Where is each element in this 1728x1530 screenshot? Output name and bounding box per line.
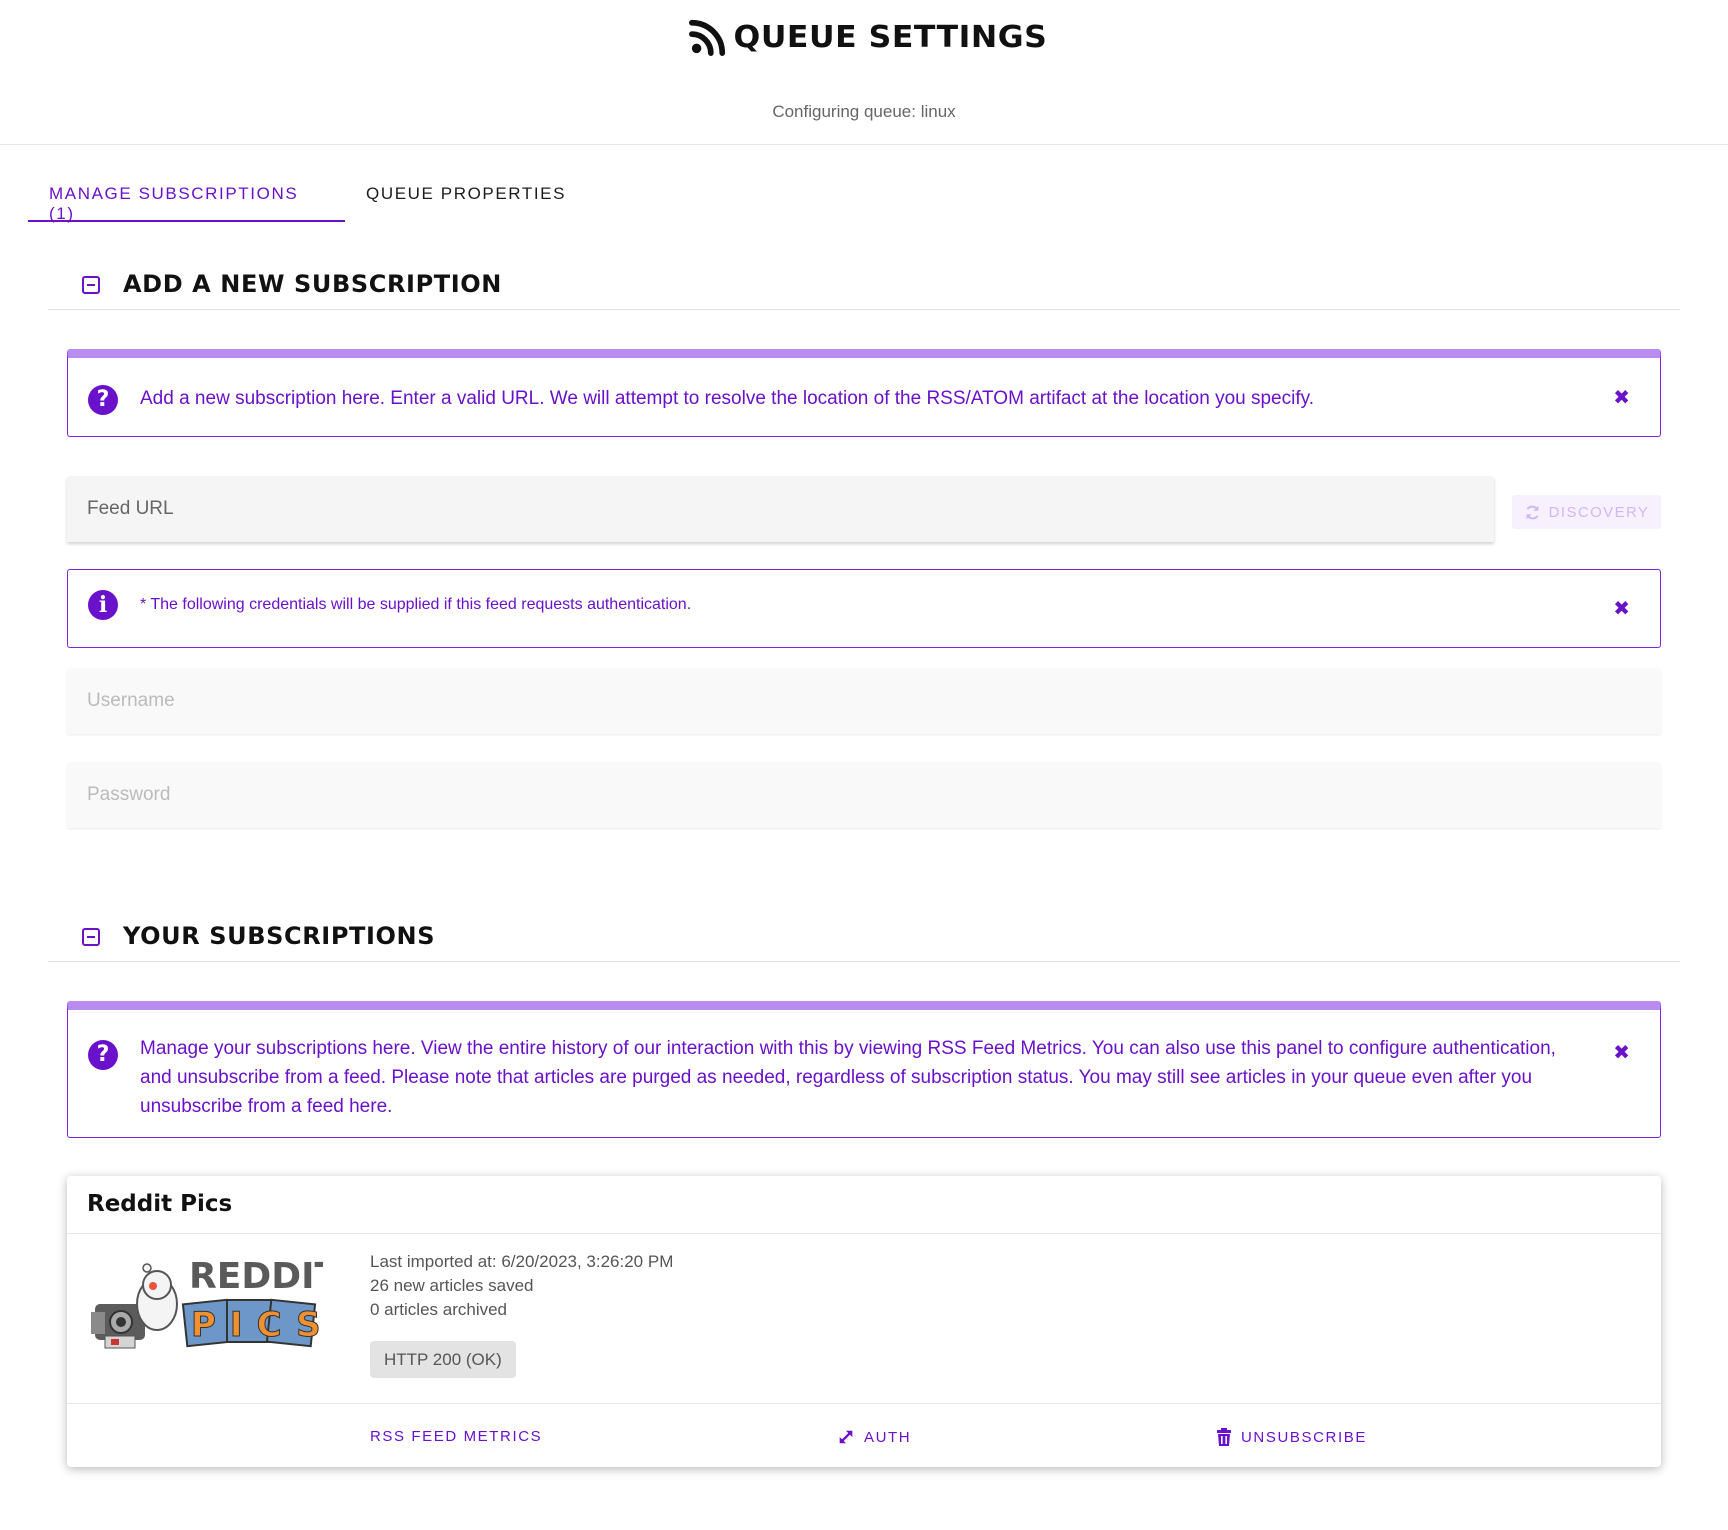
page-title: QUEUE SETTINGS (733, 19, 1047, 55)
page-header: QUEUE SETTINGS Configuring queue: linux (0, 0, 1728, 145)
queue-subtitle: Configuring queue: linux (772, 102, 956, 121)
discovery-button[interactable]: DISCOVERY (1512, 495, 1661, 529)
auth-label: AUTH (864, 1428, 912, 1446)
reddit-pics-logo: REDDIT PICS (91, 1256, 323, 1349)
username-input[interactable] (67, 668, 1661, 734)
last-imported: Last imported at: 6/20/2023, 3:26:20 PM (370, 1252, 674, 1271)
rss-feed-metrics-button[interactable]: RSS FEED METRICS (370, 1428, 542, 1445)
help-circle-icon: ? (88, 1040, 118, 1070)
logo-text-bottom: PICS (191, 1305, 323, 1345)
tab-bar: MANAGE SUBSCRIPTIONS (1) QUEUE PROPERTIE… (28, 170, 587, 223)
auth-button[interactable]: AUTH (837, 1428, 911, 1446)
unsubscribe-label: UNSUBSCRIBE (1241, 1428, 1367, 1446)
divider (67, 1403, 1661, 1404)
title-row: QUEUE SETTINGS (0, 18, 1728, 56)
expand-arrows-icon (839, 1430, 853, 1444)
divider (67, 1233, 1661, 1234)
subscription-meta: Last imported at: 6/20/2023, 3:26:20 PM … (370, 1250, 673, 1322)
close-icon[interactable]: ✖ (1613, 1040, 1630, 1065)
info-circle-icon: i (88, 590, 118, 620)
subscription-card: Reddit Pics REDDIT PICS Last imported at… (67, 1176, 1661, 1467)
add-info-alert: ? Add a new subscription here. Enter a v… (67, 349, 1661, 437)
tab-manage-subscriptions[interactable]: MANAGE SUBSCRIPTIONS (1) (28, 170, 345, 223)
close-icon[interactable]: ✖ (1613, 596, 1630, 621)
your-subscriptions-header: YOUR SUBSCRIPTIONS (48, 902, 1680, 962)
feed-url-input[interactable] (67, 476, 1494, 542)
trash-icon (1217, 1428, 1231, 1446)
password-field[interactable] (67, 762, 1661, 828)
new-articles-saved: 26 new articles saved (370, 1276, 534, 1295)
help-circle-icon: ? (88, 385, 118, 415)
section-title: ADD A NEW SUBSCRIPTION (123, 270, 502, 298)
alert-text: Add a new subscription here. Enter a val… (140, 388, 1314, 409)
alert-text: Manage your subscriptions here. View the… (140, 1038, 1556, 1117)
credentials-alert: i * The following credentials will be su… (67, 569, 1661, 648)
status-badge: HTTP 200 (OK) (370, 1341, 516, 1378)
close-icon[interactable]: ✖ (1613, 385, 1630, 410)
section-title: YOUR SUBSCRIPTIONS (123, 922, 436, 950)
alert-text: * The following credentials will be supp… (140, 596, 692, 613)
subscriptions-info-alert: ? Manage your subscriptions here. View t… (67, 1001, 1661, 1138)
collapse-icon[interactable] (82, 276, 100, 294)
discovery-label: DISCOVERY (1548, 503, 1650, 521)
rss-feed-metrics-label: RSS FEED METRICS (370, 1428, 543, 1445)
articles-archived: 0 articles archived (370, 1300, 508, 1319)
unsubscribe-button[interactable]: UNSUBSCRIBE (1216, 1428, 1367, 1446)
collapse-icon[interactable] (82, 928, 100, 946)
rss-icon (688, 19, 725, 56)
password-input[interactable] (67, 762, 1661, 828)
refresh-icon (1526, 505, 1539, 519)
username-field[interactable] (67, 668, 1661, 734)
tab-queue-properties[interactable]: QUEUE PROPERTIES (345, 170, 587, 222)
subscription-title: Reddit Pics (87, 1191, 233, 1217)
add-subscription-header: ADD A NEW SUBSCRIPTION (48, 250, 1680, 310)
logo-text-top: REDDIT (189, 1256, 323, 1297)
feed-url-field[interactable] (67, 476, 1494, 542)
